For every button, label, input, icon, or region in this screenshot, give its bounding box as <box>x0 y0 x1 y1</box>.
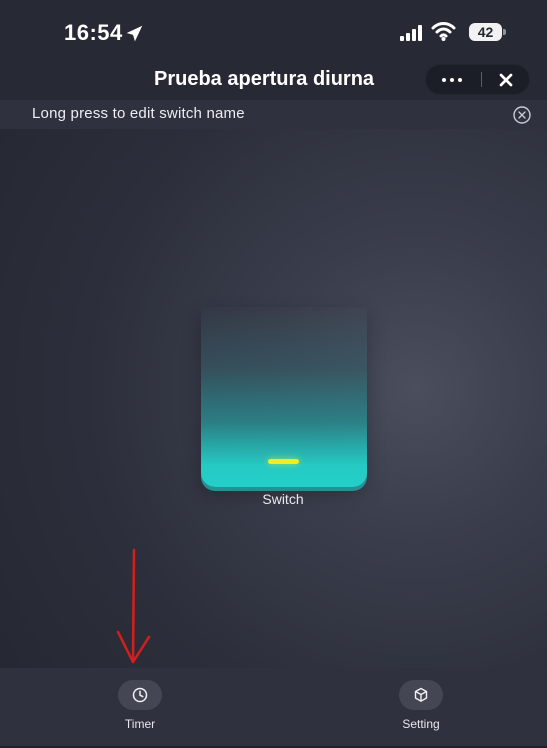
close-button[interactable] <box>496 70 516 90</box>
timer-button[interactable]: Timer <box>90 680 190 742</box>
timer-icon-button[interactable] <box>118 680 162 710</box>
down-arrow-annotation <box>116 548 151 664</box>
setting-button[interactable]: Setting <box>371 680 471 742</box>
status-time: 16:54 <box>64 20 123 45</box>
timer-label: Timer <box>124 717 156 731</box>
nav-action-capsule <box>425 64 530 95</box>
clock-icon <box>132 687 148 703</box>
battery-cap <box>503 29 506 35</box>
cellular-signal-icon <box>400 25 422 41</box>
cube-icon <box>414 687 428 702</box>
switch-control[interactable] <box>201 307 367 487</box>
nav-divider <box>481 72 482 87</box>
status-bar: 16:54 42 <box>0 0 547 56</box>
more-icon <box>458 78 462 82</box>
battery-indicator: 42 <box>469 23 506 41</box>
hint-text: Long press to edit switch name <box>32 105 245 122</box>
app-screen: 16:54 42 Prueba apertura diurna Long pre… <box>0 0 547 748</box>
page-title: Prueba apertura diurna <box>154 68 375 90</box>
navigation-bar: Prueba apertura diurna <box>0 56 547 100</box>
bottom-toolbar: Timer Setting <box>0 668 547 748</box>
wifi-icon <box>431 22 456 41</box>
hint-banner: Long press to edit switch name <box>0 100 547 129</box>
location-arrow-icon <box>126 25 143 42</box>
setting-icon-button[interactable] <box>399 680 443 710</box>
switch-on-indicator <box>268 459 299 464</box>
battery-level: 42 <box>469 23 502 41</box>
dismiss-hint-button[interactable] <box>512 105 532 125</box>
more-icon <box>450 78 454 82</box>
more-button[interactable] <box>425 64 478 95</box>
setting-label: Setting <box>402 717 440 731</box>
more-icon <box>442 78 446 82</box>
switch-label: Switch <box>262 491 304 507</box>
